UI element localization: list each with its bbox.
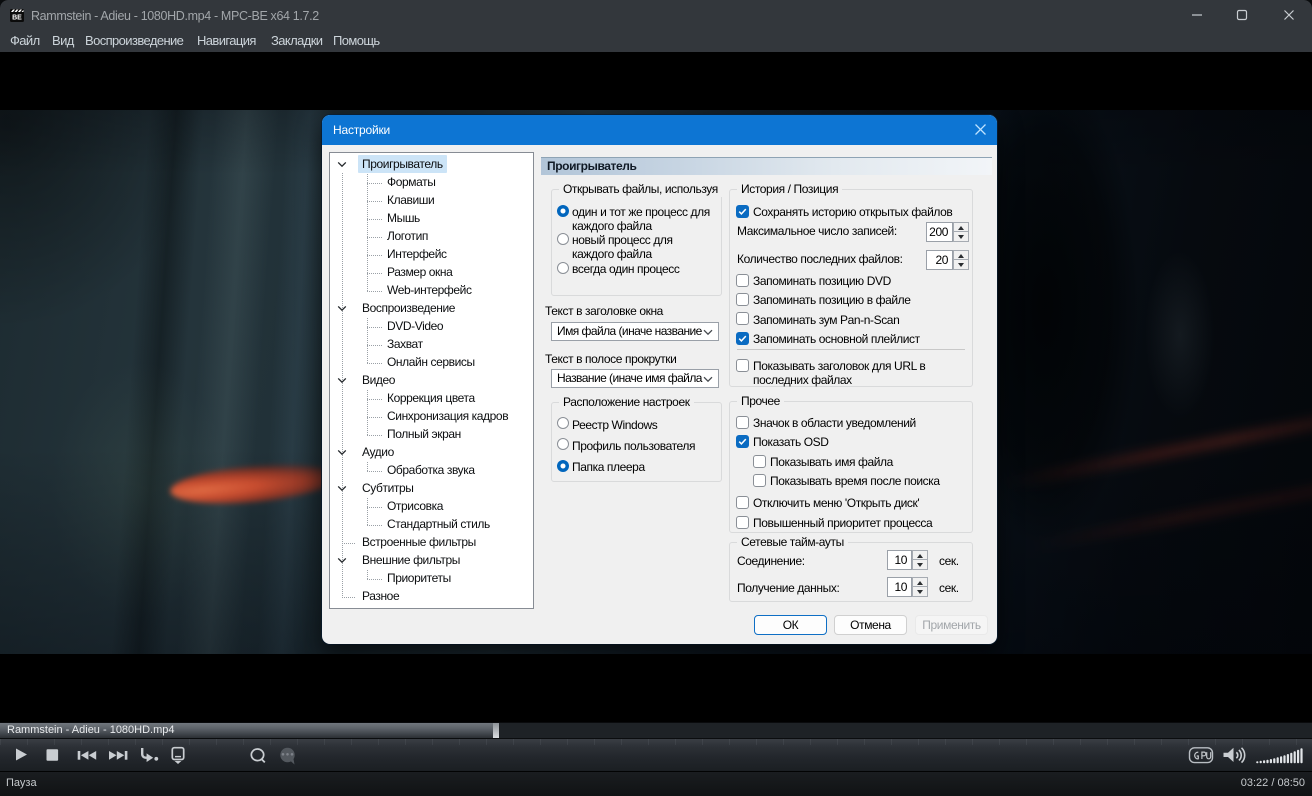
svg-text:BE: BE xyxy=(12,15,22,22)
